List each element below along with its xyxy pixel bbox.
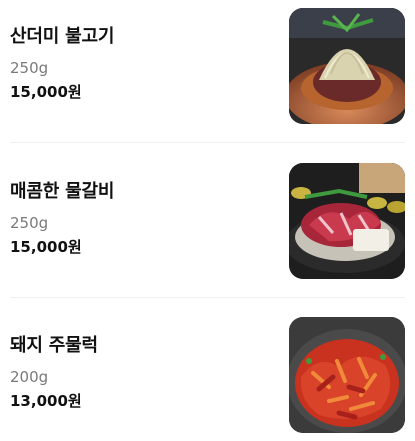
- menu-item[interactable]: 매콤한 물갈비 250g 15,000원: [0, 155, 415, 296]
- menu-item[interactable]: 돼지 주물럭 200g 13,000원: [0, 309, 415, 441]
- menu-item-price: 15,000원: [10, 238, 82, 256]
- menu-item-photo[interactable]: [289, 8, 405, 124]
- menu-item-photo[interactable]: [289, 317, 405, 433]
- menu-item-weight: 200g: [10, 368, 49, 386]
- menu-item-info: 돼지 주물럭 200g 13,000원: [10, 335, 270, 411]
- menu-item-info: 매콤한 물갈비 250g 15,000원: [10, 181, 270, 257]
- menu-list: 산더미 불고기 250g 15,000원 매콤한 물갈비 250g 15,000…: [0, 0, 415, 441]
- menu-item-weight: 250g: [10, 214, 49, 232]
- galbi-photo: [289, 163, 405, 279]
- menu-item-name: 산더미 불고기: [10, 26, 115, 47]
- bulgogi-photo: [289, 8, 405, 124]
- menu-item-photo[interactable]: [289, 163, 405, 279]
- menu-item-weight: 250g: [10, 59, 49, 77]
- menu-item-price: 13,000원: [10, 392, 82, 410]
- jumulleok-photo: [289, 317, 405, 433]
- divider: [10, 297, 405, 298]
- divider: [10, 142, 405, 143]
- menu-item[interactable]: 산더미 불고기 250g 15,000원: [0, 0, 415, 141]
- menu-item-price: 15,000원: [10, 83, 82, 101]
- menu-item-info: 산더미 불고기 250g 15,000원: [10, 26, 270, 102]
- menu-item-name: 돼지 주물럭: [10, 335, 98, 356]
- menu-item-name: 매콤한 물갈비: [10, 181, 115, 202]
